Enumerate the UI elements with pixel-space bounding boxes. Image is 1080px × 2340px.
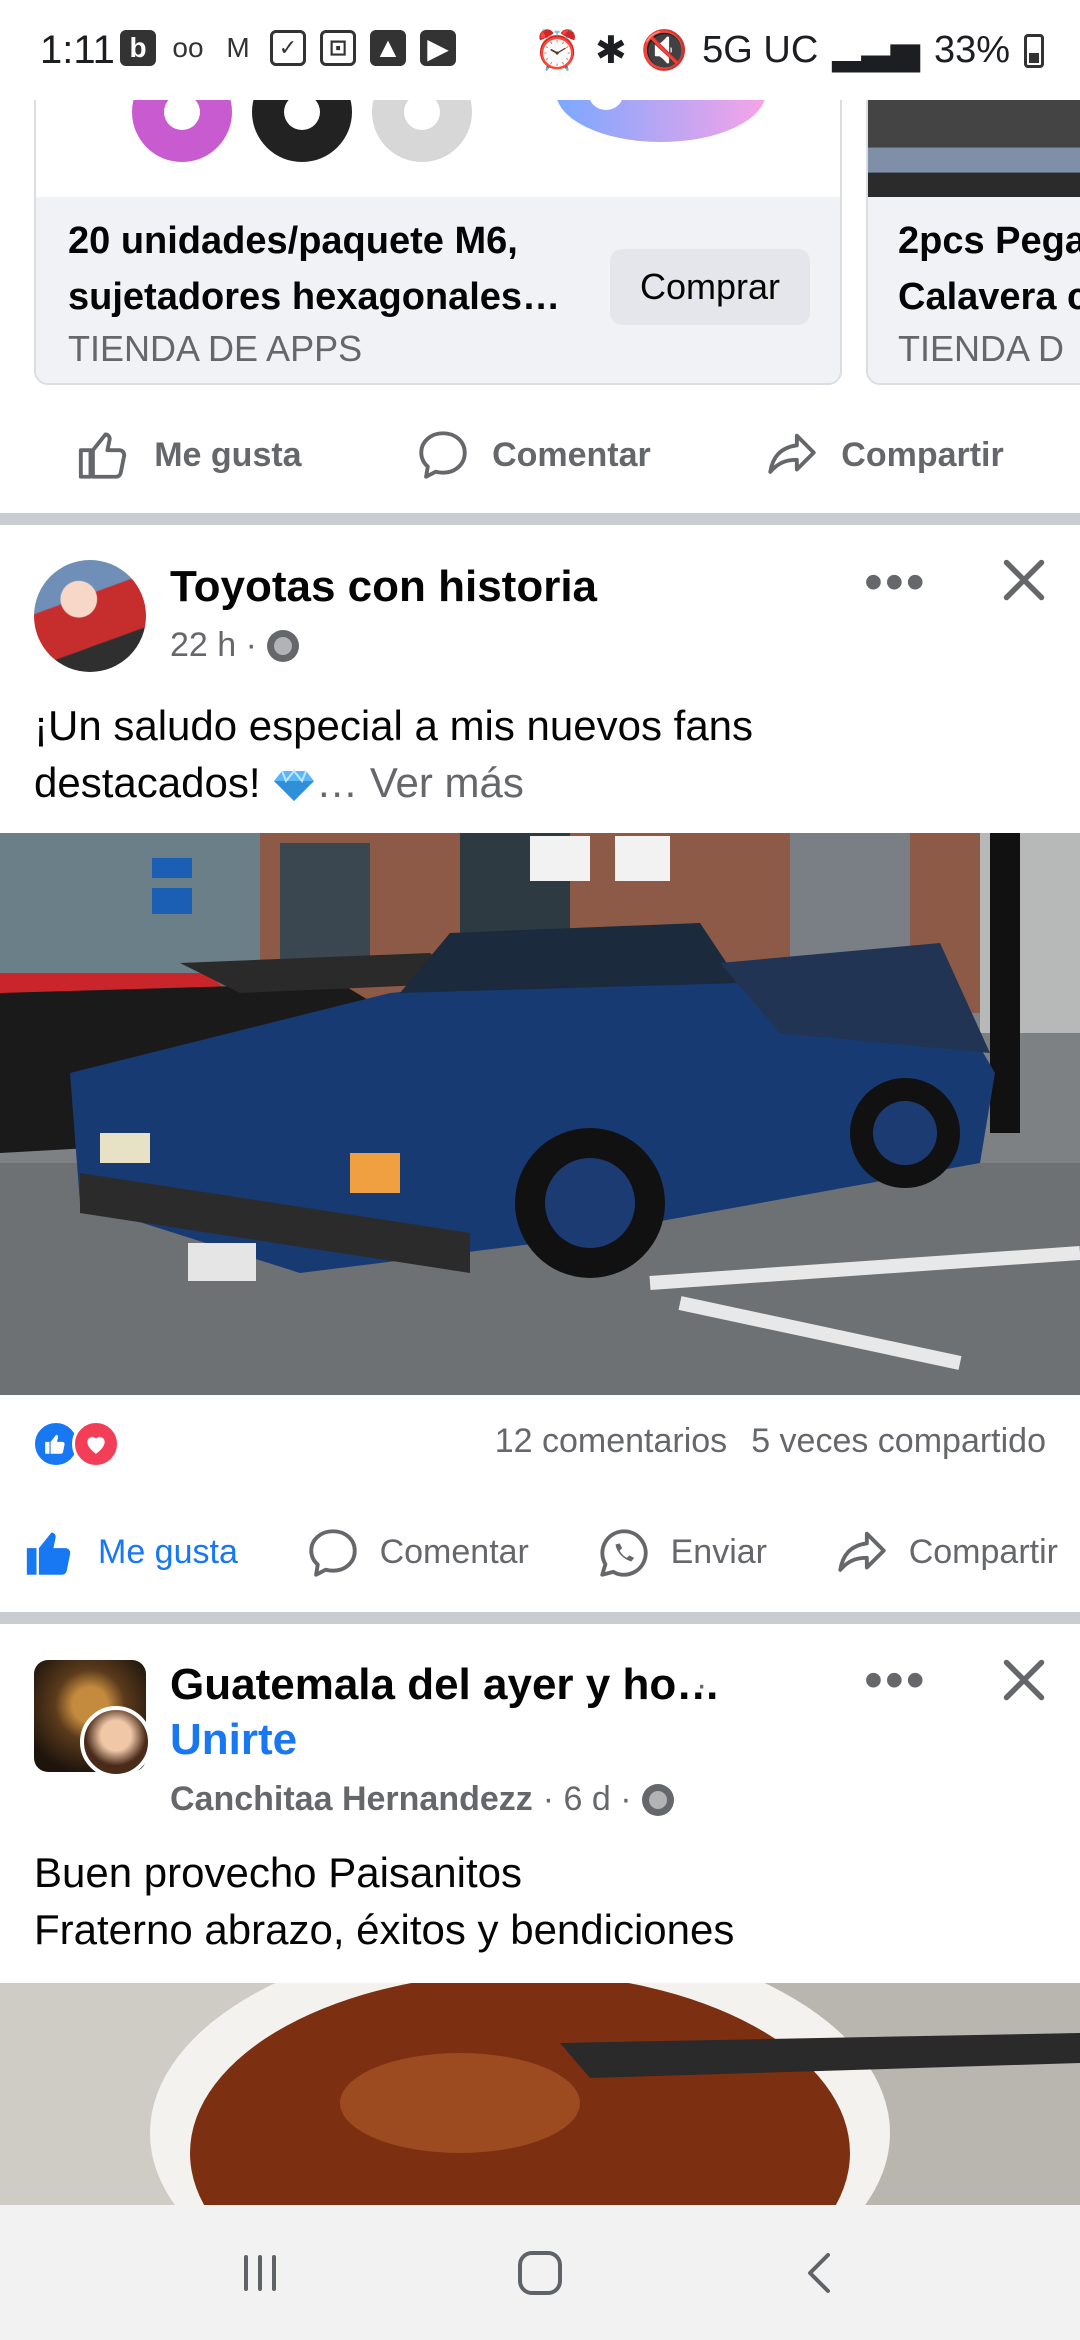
share-icon [838,1531,886,1572]
status-bar: 1:11 b oo M ✓ ⊡ ▲ ▶ ⏰ ✱ 🔇 5G UC ▂▃▅ 33% [0,0,1080,100]
voicemail-icon: oo [172,32,204,63]
comment-label: Comentar [492,435,651,474]
close-icon[interactable] [994,550,1054,610]
home-button[interactable] [495,2228,585,2318]
ad-action-bar: Me gusta Comentar Compartir [0,410,1080,500]
post-time[interactable]: · 6 d · [543,1780,632,1819]
comments-count[interactable]: 12 comentarios [495,1422,727,1461]
like-label: Me gusta [154,435,302,474]
like-label: Me gusta [98,1533,238,1571]
post-meta: 22 h · [170,626,299,665]
shop-info: 20 unidades/paquete M6, sujetadores hexa… [36,197,840,383]
youtube-icon: ▶ [420,30,456,66]
group-name[interactable]: Guatemala del ayer y ho… [170,1660,720,1710]
shop-card[interactable]: 20 unidades/paquete M6, sujetadores hexa… [34,70,842,385]
like-button[interactable]: Me gusta [76,426,302,484]
feed-divider [0,1612,1080,1624]
comment-icon [308,1528,357,1577]
love-reaction-icon [72,1420,120,1468]
notification-icons: b oo M ✓ ⊡ ▲ ▶ [120,30,456,66]
shop-carousel[interactable]: 20 unidades/paquete M6, sujetadores hexa… [0,70,1080,390]
thumbs-up-filled-icon [26,1531,71,1575]
gmail-icon: M [226,32,250,63]
shares-count[interactable]: 5 veces compartido [751,1422,1046,1461]
screenshot-icon: ⊡ [320,30,356,66]
shop-card[interactable]: 2pcs Pega Calavera c TIENDA D [866,70,1080,385]
reactions-summary[interactable] [32,1420,120,1468]
home-icon [518,2250,562,2295]
comment-label: Comentar [379,1533,529,1571]
post-time[interactable]: 22 h · [170,626,257,665]
shop-info: 2pcs Pega Calavera c TIENDA D [868,197,1080,383]
status-right: ⏰ ✱ 🔇 5G UC ▂▃▅ 33% [534,28,1044,73]
post-text: Buen provecho Paisanitos Fraterno abrazo… [34,1849,735,1953]
post-author[interactable]: Toyotas con historia [170,562,597,612]
battery-icon [1024,33,1044,68]
comment-icon [419,431,467,479]
recent-apps-icon [244,2254,276,2291]
send-button[interactable]: Enviar [595,1524,767,1582]
join-group-link[interactable]: Unirte [170,1715,297,1765]
name-separator: · [696,1666,708,1704]
post-photo[interactable] [0,833,1080,1395]
more-options-icon[interactable]: ••• [864,1653,927,1707]
post-author[interactable]: Canchitaa Hernandezz [170,1780,533,1819]
comment-button[interactable]: Comentar [304,1524,529,1582]
thumbs-up-icon [79,432,127,479]
bluetooth-icon: ✱ [594,30,627,72]
more-options-icon[interactable]: ••• [864,555,927,609]
post-counts: 12 comentarios 5 veces compartido [495,1422,1046,1461]
post-text: ¡Un saludo especial a mis nuevos fans de… [34,697,753,811]
mute-icon: 🔇 [640,29,689,72]
product-title[interactable]: 20 unidades/paquete M6, sujetadores hexa… [68,213,608,325]
food-photo-image [0,1983,1080,2207]
store-label: TIENDA D [898,328,1065,369]
store-label: TIENDA DE APPS [68,328,363,369]
system-nav-bar [0,2205,1080,2340]
product-title[interactable]: 2pcs Pega Calavera c [898,213,1080,325]
back-button[interactable] [775,2228,865,2318]
gallery-icon: ▲ [370,30,406,66]
whatsapp-icon [599,1528,648,1577]
back-icon [808,2252,830,2293]
post-photo[interactable] [0,1983,1080,2207]
battery-label: 33% [933,29,1010,71]
post-action-bar: Me gusta Comentar Enviar Compartir [0,1505,1080,1600]
signal-icon: ▂▃▅ [832,30,920,72]
recent-apps-button[interactable] [215,2228,305,2318]
share-button[interactable]: Compartir [833,1524,1058,1582]
alarm-icon: ⏰ [533,29,581,72]
status-time: 1:11 [40,28,115,72]
network-label: 5G UC [702,29,819,71]
send-label: Enviar [670,1533,767,1571]
close-icon[interactable] [994,1650,1054,1710]
share-label: Compartir [841,435,1004,474]
page-avatar[interactable] [34,560,146,672]
shield-icon: ✓ [270,30,306,66]
like-button[interactable]: Me gusta [22,1524,238,1582]
diamond-emoji-icon [274,769,315,801]
car-photo-image [0,833,1080,1395]
buy-button[interactable]: Comprar [610,249,810,325]
globe-icon [641,1783,674,1816]
post-meta: Canchitaa Hernandezz · 6 d · [170,1780,674,1819]
see-more-link[interactable]: … Ver más [316,759,524,806]
bold-app-icon: b [120,30,156,66]
author-avatar[interactable] [80,1706,152,1778]
globe-icon [266,629,299,662]
feed-divider [0,513,1080,525]
comment-button[interactable]: Comentar [414,426,651,484]
share-label: Compartir [908,1533,1058,1571]
share-icon [768,433,816,474]
share-button[interactable]: Compartir [763,426,1004,484]
